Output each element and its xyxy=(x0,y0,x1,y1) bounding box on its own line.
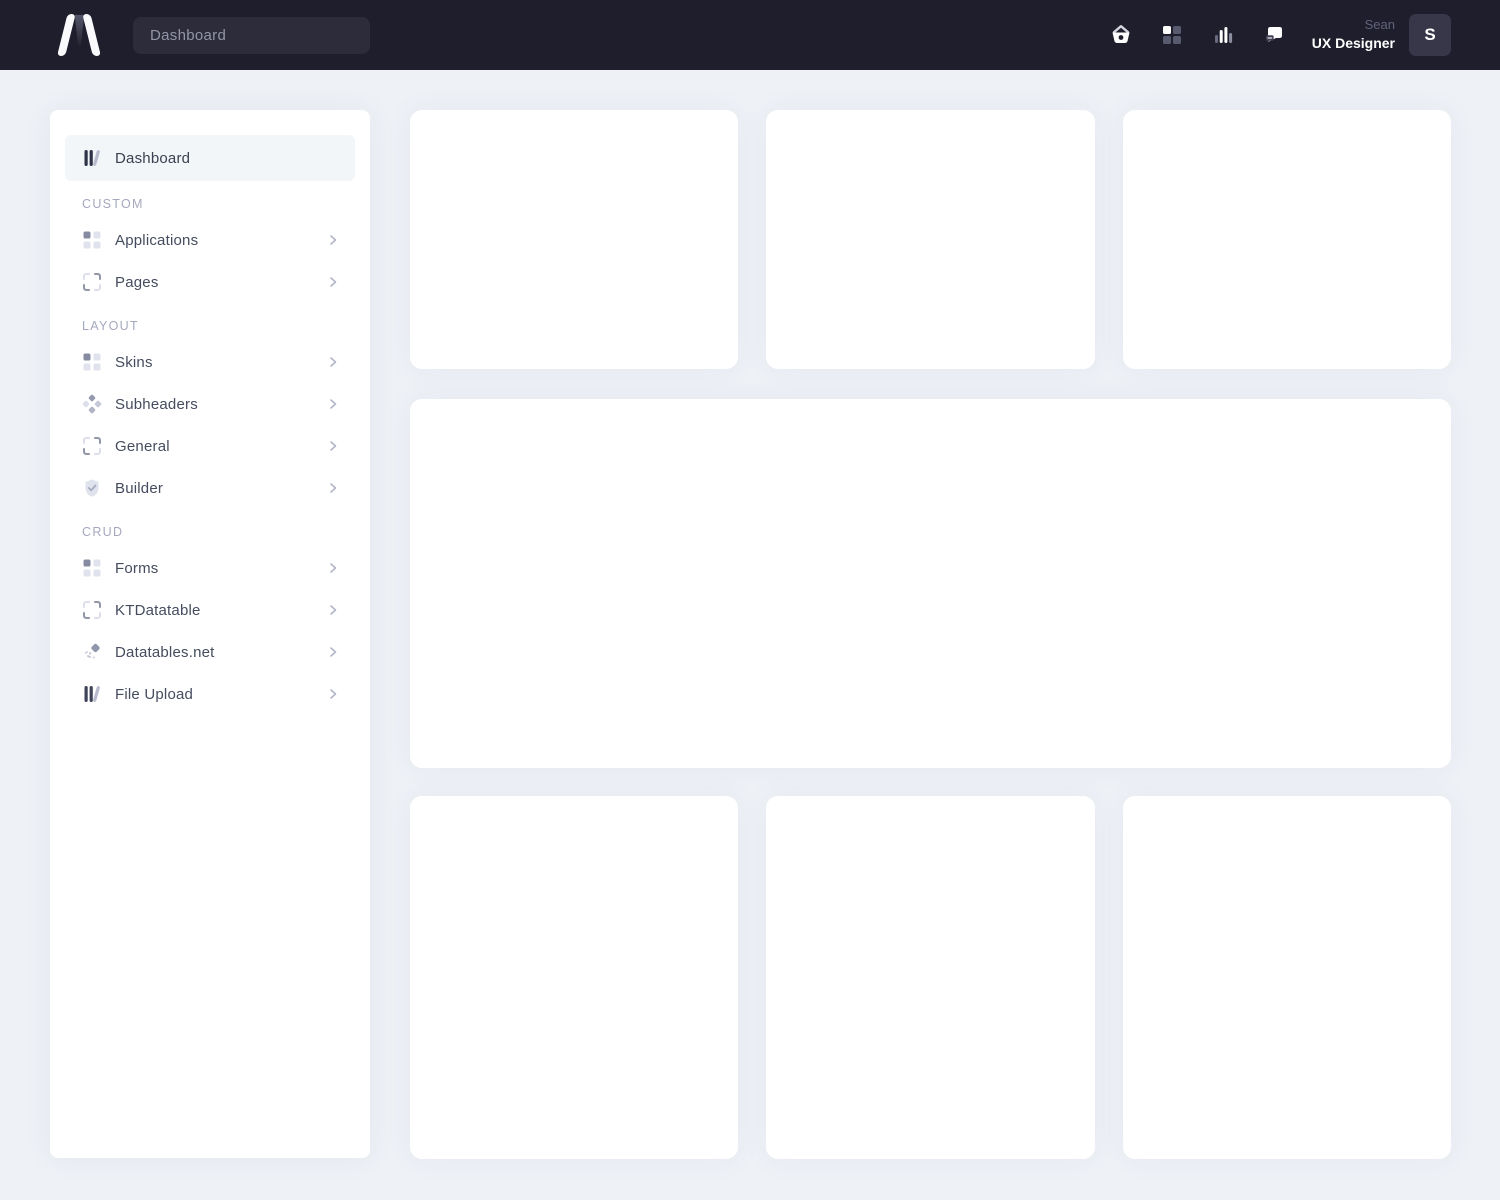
sidebar-item-general[interactable]: General xyxy=(65,425,355,467)
sidebar-section-custom: CUSTOM xyxy=(65,197,355,211)
sidebar-item-label: Datatables.net xyxy=(115,644,327,661)
sidebar-item-file-upload[interactable]: File Upload xyxy=(65,673,355,715)
card xyxy=(410,110,738,369)
frame-icon xyxy=(82,600,102,620)
sidebar-item-pages[interactable]: Pages xyxy=(65,261,355,303)
app-logo-icon[interactable] xyxy=(56,13,102,57)
chevron-right-icon xyxy=(327,440,339,452)
grid-icon[interactable] xyxy=(1158,21,1186,49)
grid-2x2-icon xyxy=(82,230,102,250)
bar-chart-icon[interactable] xyxy=(1209,21,1237,49)
header-page-title[interactable]: Dashboard xyxy=(133,17,370,54)
chevron-right-icon xyxy=(327,688,339,700)
user-info: Sean UX Designer xyxy=(1312,17,1395,53)
card xyxy=(1123,110,1451,369)
sidebar-item-forms[interactable]: Forms xyxy=(65,547,355,589)
avatar[interactable]: S xyxy=(1409,14,1451,56)
sidebar-item-label: General xyxy=(115,438,327,455)
library-icon xyxy=(82,148,102,168)
sidebar-item-label: Subheaders xyxy=(115,396,327,413)
sidebar-item-datatables-net[interactable]: Datatables.net xyxy=(65,631,355,673)
sidebar: Dashboard CUSTOM Applications xyxy=(50,110,370,1158)
sidebar-item-label: Applications xyxy=(115,232,327,249)
diamonds-icon xyxy=(82,394,102,414)
sidebar-section-crud: CRUD xyxy=(65,525,355,539)
user-name: Sean xyxy=(1312,17,1395,33)
card xyxy=(766,110,1094,369)
sidebar-item-subheaders[interactable]: Subheaders xyxy=(65,383,355,425)
card xyxy=(410,796,738,1159)
bottom-cards-row xyxy=(410,796,1451,1159)
shield-check-icon xyxy=(82,478,102,498)
basket-icon[interactable] xyxy=(1107,21,1135,49)
sidebar-item-label: Skins xyxy=(115,354,327,371)
chat-icon[interactable] xyxy=(1260,21,1288,49)
avatar-initial: S xyxy=(1424,25,1435,45)
sidebar-item-dashboard[interactable]: Dashboard xyxy=(65,135,355,181)
sidebar-item-label: Builder xyxy=(115,480,327,497)
frame-icon xyxy=(82,436,102,456)
main-area xyxy=(410,110,1451,1159)
content-area: Dashboard CUSTOM Applications xyxy=(0,70,1500,1159)
sidebar-item-skins[interactable]: Skins xyxy=(65,341,355,383)
user-role: UX Designer xyxy=(1312,35,1395,53)
chevron-right-icon xyxy=(327,646,339,658)
burst-icon xyxy=(82,642,102,662)
chevron-right-icon xyxy=(327,276,339,288)
chevron-right-icon xyxy=(327,562,339,574)
grid-2x2-icon xyxy=(82,558,102,578)
chevron-right-icon xyxy=(327,398,339,410)
library-icon xyxy=(82,684,102,704)
grid-2x2-icon xyxy=(82,352,102,372)
chevron-right-icon xyxy=(327,604,339,616)
topbar: Dashboard xyxy=(0,0,1500,70)
sidebar-item-label: File Upload xyxy=(115,686,327,703)
chevron-right-icon xyxy=(327,356,339,368)
sidebar-item-label: Dashboard xyxy=(115,150,190,167)
sidebar-item-applications[interactable]: Applications xyxy=(65,219,355,261)
top-cards-row xyxy=(410,110,1451,369)
wide-card xyxy=(410,399,1451,768)
card xyxy=(1123,796,1451,1159)
frame-icon xyxy=(82,272,102,292)
sidebar-section-layout: LAYOUT xyxy=(65,319,355,333)
user-menu[interactable]: Sean UX Designer S xyxy=(1312,14,1451,56)
sidebar-item-ktdatatable[interactable]: KTDatatable xyxy=(65,589,355,631)
card xyxy=(766,796,1094,1159)
sidebar-item-label: KTDatatable xyxy=(115,602,327,619)
sidebar-item-label: Forms xyxy=(115,560,327,577)
sidebar-item-builder[interactable]: Builder xyxy=(65,467,355,509)
header-page-title-label: Dashboard xyxy=(150,27,226,44)
chevron-right-icon xyxy=(327,234,339,246)
chevron-right-icon xyxy=(327,482,339,494)
sidebar-item-label: Pages xyxy=(115,274,327,291)
